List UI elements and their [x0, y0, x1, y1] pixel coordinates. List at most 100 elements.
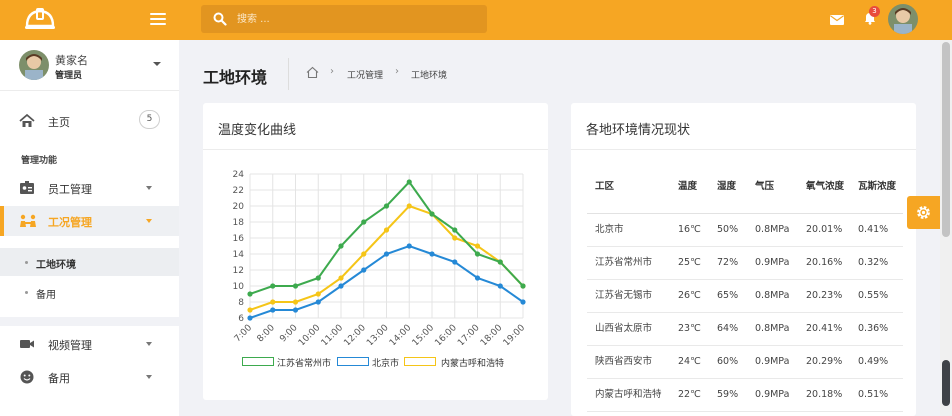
table-cell: 60% — [709, 345, 747, 379]
data-point[interactable] — [383, 251, 390, 257]
data-point[interactable] — [474, 243, 481, 249]
sidebar-subitem-backup[interactable]: 备用 — [0, 278, 179, 306]
data-point[interactable] — [315, 275, 321, 281]
table-cell: 0.8MPa — [747, 279, 798, 313]
table-cell: 0.8MPa — [747, 213, 798, 247]
data-point[interactable] — [361, 251, 367, 257]
data-point[interactable] — [474, 275, 481, 281]
hard-hat-logo-icon[interactable] — [24, 6, 56, 35]
data-point[interactable] — [429, 251, 435, 257]
legend-swatch-changzhou[interactable] — [242, 357, 274, 366]
column-header[interactable]: 氧气浓度 — [798, 161, 850, 214]
y-tick-label: 6 — [238, 314, 244, 324]
avatar[interactable] — [888, 4, 918, 34]
data-point[interactable] — [270, 283, 276, 289]
mail-icon[interactable] — [830, 14, 844, 25]
table-row[interactable]: 江苏省无锡市 26℃ 65% 0.8MPa 20.23% 0.55% — [587, 279, 903, 313]
data-point[interactable] — [520, 299, 526, 305]
user-menu-chevron-down-icon[interactable] — [153, 62, 161, 66]
data-point[interactable] — [406, 243, 412, 249]
scroll-handle[interactable] — [942, 360, 950, 406]
breadcrumb-separator-icon: › — [395, 66, 399, 77]
data-point[interactable] — [247, 307, 253, 313]
legend-swatch-beijing[interactable] — [337, 357, 369, 366]
table-cell: 20.29% — [798, 345, 850, 379]
data-point[interactable] — [474, 251, 481, 257]
table-row[interactable]: 内蒙古呼和浩特 22℃ 59% 0.9MPa 20.18% 0.51% — [587, 378, 903, 412]
column-header[interactable]: 工区 — [587, 161, 670, 214]
table-cell: 陕西省西安市 — [587, 345, 670, 379]
search-icon[interactable] — [213, 12, 227, 29]
data-point[interactable] — [452, 259, 458, 265]
sidebar-item-video[interactable]: 视频管理 — [0, 329, 179, 359]
data-point[interactable] — [315, 299, 321, 305]
sidebar-item-backup[interactable]: 备用 — [0, 362, 179, 392]
table-row[interactable]: 山西省太原市 23℃ 64% 0.8MPa 20.41% 0.36% — [587, 312, 903, 346]
panel-header: 各地环境情况现状 — [571, 103, 916, 150]
table-cell: 0.32% — [850, 246, 903, 280]
search-input[interactable] — [237, 10, 477, 28]
data-point[interactable] — [292, 307, 299, 313]
data-point[interactable] — [406, 203, 412, 209]
data-point[interactable] — [406, 179, 412, 185]
sidebar-item-site[interactable]: 工况管理 — [0, 206, 179, 236]
column-header[interactable]: 温度 — [670, 161, 709, 214]
data-point[interactable] — [452, 227, 458, 233]
nav-section-label: 管理功能 — [21, 156, 58, 166]
table-row[interactable]: 北京市 16℃ 50% 0.8MPa 20.01% 0.41% — [587, 213, 903, 247]
data-point[interactable] — [361, 267, 367, 273]
data-point[interactable] — [292, 283, 299, 289]
settings-gear-button[interactable] — [907, 196, 940, 229]
table-cell: 内蒙古呼和浩特 — [587, 378, 670, 412]
sidebar-item-home[interactable]: 主页 5 — [0, 106, 179, 136]
title-divider — [288, 58, 289, 90]
search-box[interactable] — [201, 5, 487, 33]
data-point[interactable] — [315, 291, 321, 297]
data-point[interactable] — [270, 299, 276, 305]
legend-swatch-hohhot[interactable] — [404, 357, 436, 366]
data-point[interactable] — [338, 243, 344, 249]
data-point[interactable] — [338, 283, 344, 289]
data-point[interactable] — [292, 299, 299, 305]
table-cell: 20.23% — [798, 279, 850, 313]
data-point[interactable] — [452, 235, 458, 241]
data-point[interactable] — [497, 259, 503, 265]
data-point[interactable] — [361, 219, 367, 225]
video-camera-icon — [19, 336, 35, 352]
data-point[interactable] — [338, 275, 344, 281]
table-cell: 0.49% — [850, 345, 903, 379]
breadcrumb-item[interactable]: 工况管理 — [347, 68, 383, 81]
column-header[interactable]: 瓦斯浓度 — [850, 161, 903, 214]
table-cell: 山西省太原市 — [587, 312, 670, 346]
sidebar-item-staff[interactable]: 员工管理 — [0, 173, 179, 203]
table-cell: 59% — [709, 378, 747, 412]
data-point[interactable] — [270, 307, 276, 313]
chevron-down-icon — [146, 342, 152, 346]
data-point[interactable] — [497, 283, 503, 289]
data-point[interactable] — [247, 315, 253, 321]
table-cell: 64% — [709, 312, 747, 346]
column-header[interactable]: 气压 — [747, 161, 798, 214]
data-point[interactable] — [383, 203, 390, 209]
notification-badge: 3 — [869, 6, 880, 17]
table-row[interactable]: 陕西省西安市 24℃ 60% 0.9MPa 20.29% 0.49% — [587, 345, 903, 379]
user-profile[interactable]: 黄家名 管理员 — [0, 40, 179, 91]
data-point[interactable] — [383, 227, 390, 233]
menu-toggle-icon[interactable] — [150, 10, 166, 30]
column-header[interactable]: 湿度 — [709, 161, 747, 214]
data-point[interactable] — [247, 291, 253, 297]
table-cell: 0.9MPa — [747, 378, 798, 412]
data-point[interactable] — [520, 283, 526, 289]
table-cell: 20.16% — [798, 246, 850, 280]
topbar: 3 — [179, 0, 952, 40]
sidebar-subitem-env[interactable]: 工地环境 — [0, 248, 179, 276]
breadcrumb-home-icon[interactable] — [306, 66, 319, 82]
chevron-down-icon — [146, 186, 152, 190]
sidebar-logo-bar — [0, 0, 179, 40]
table-row[interactable]: 江苏省常州市 25℃ 72% 0.9MPa 20.16% 0.32% — [587, 246, 903, 280]
page-scrollbar-thumb[interactable] — [942, 42, 950, 237]
table-cell: 0.9MPa — [747, 345, 798, 379]
home-icon — [19, 113, 35, 129]
chevron-down-icon — [146, 375, 152, 379]
data-point[interactable] — [429, 211, 435, 217]
